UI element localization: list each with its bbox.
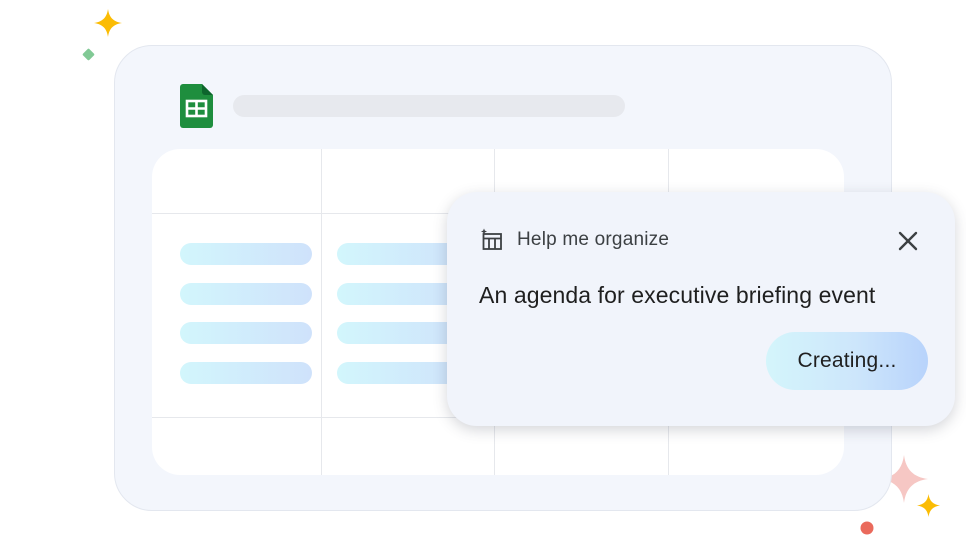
stage: Help me organize An agenda for executive…: [0, 0, 966, 548]
cell-placeholder: [180, 322, 312, 344]
panel-header: Help me organize: [480, 228, 669, 252]
column-divider: [321, 149, 322, 475]
green-diamond-icon: [82, 48, 95, 61]
google-sheets-icon: [180, 84, 213, 128]
help-me-organize-panel: Help me organize An agenda for executive…: [447, 192, 955, 426]
prompt-text: An agenda for executive briefing event: [479, 282, 876, 308]
red-dot-icon: [860, 521, 874, 535]
document-title-placeholder: [233, 95, 625, 117]
creating-button[interactable]: Creating...: [766, 332, 928, 390]
cell-placeholder: [180, 243, 312, 265]
table-organize-icon: [481, 228, 502, 250]
close-icon[interactable]: [895, 228, 921, 254]
yellow-sparkle-icon: [94, 9, 122, 37]
cell-placeholder: [180, 283, 312, 305]
small-yellow-sparkle-icon: [917, 494, 940, 517]
cell-placeholder: [180, 362, 312, 384]
panel-title: Help me organize: [517, 229, 670, 250]
